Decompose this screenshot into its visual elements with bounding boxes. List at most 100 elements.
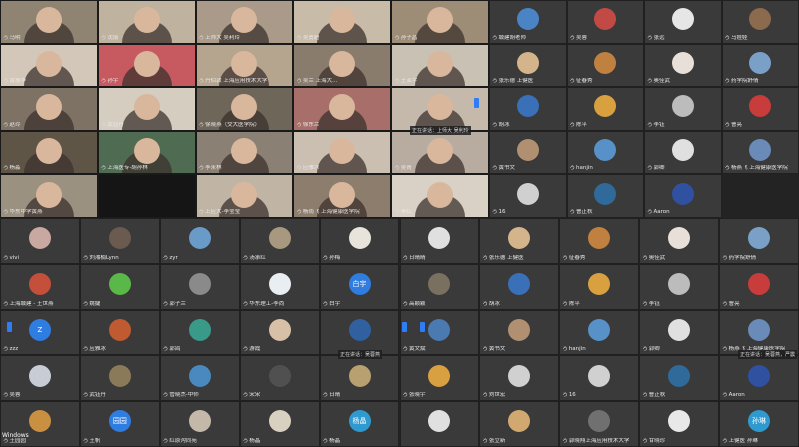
- participant-tile[interactable]: ろ马娃娃: [721, 0, 799, 44]
- video-tile[interactable]: ろ杨雨飞 上海健康医学院: [293, 174, 392, 218]
- participant-tile[interactable]: ろ征春秀: [566, 43, 644, 88]
- participant-tile[interactable]: 园园 ろ王帆: [79, 401, 160, 447]
- participant-tile[interactable]: ろ郭子兰: [159, 263, 240, 310]
- video-tile[interactable]: ろ赵玲: [0, 87, 98, 131]
- participant-tile[interactable]: ろ曹亮: [719, 263, 799, 310]
- video-tile[interactable]: ろ王亚宇: [391, 43, 489, 88]
- participant-tile[interactable]: ろ甘晓珍: [639, 401, 720, 447]
- participant-tile[interactable]: ろ曹正秋: [566, 174, 644, 218]
- video-tile[interactable]: ろ华东中学黄燕: [0, 174, 98, 218]
- video-tile[interactable]: ろ上师大 吴利玲: [195, 0, 294, 44]
- participant-tile[interactable]: ろ日晴: [319, 355, 400, 402]
- participant-tile[interactable]: 杨晶 ろ杨晶: [319, 401, 400, 447]
- participant-tile[interactable]: ろ李钰: [639, 263, 720, 310]
- participant-tile[interactable]: ろ杨燕飞 上海健康医学院: [721, 130, 799, 175]
- video-tile[interactable]: ろ吴青: [391, 130, 489, 175]
- video-tile[interactable]: ろ李永林: [195, 130, 294, 175]
- participant-tile[interactable]: 孙琳 ろ上健医 孙琳: [719, 401, 799, 447]
- participant-tile[interactable]: ろ吴蓉: [566, 0, 644, 44]
- participant-tile[interactable]: ろ奥佳武: [639, 218, 720, 264]
- participant-tile[interactable]: ろ曹亮: [721, 87, 799, 131]
- participant-tile[interactable]: ろ李钰: [644, 87, 722, 131]
- participant-tile[interactable]: ろ管晓杰-中师: [159, 355, 240, 402]
- video-tile[interactable]: ろ应雅冰: [293, 130, 392, 175]
- participant-tile[interactable]: ろ姚婕: [79, 263, 160, 310]
- video-tile[interactable]: ろ杨淼: [0, 130, 98, 175]
- pin-indicator[interactable]: [7, 322, 12, 332]
- participant-tile[interactable]: ろ张晓宇: [399, 355, 480, 402]
- video-tile[interactable]: ろ上海医专-胡孙林: [97, 130, 196, 175]
- participant-tile[interactable]: ろ红原沟同苑: [159, 401, 240, 447]
- participant-tile[interactable]: ろ汤承红: [239, 218, 320, 264]
- video-tile[interactable]: ろ武钰丹: [97, 87, 196, 131]
- participant-tile[interactable]: ろ郭卿: [644, 130, 722, 175]
- participant-tile[interactable]: ろ上海城建 - 王世燕: [0, 263, 80, 310]
- video-tile[interactable]: ろ丹伯敦 上海应用技术大学: [195, 43, 294, 88]
- participant-tile[interactable]: ろ城建胡老师: [489, 0, 567, 44]
- participant-tile[interactable]: ろ奥佳武: [644, 43, 722, 88]
- participant-tile[interactable]: ろ张乐德 上健医: [479, 218, 560, 264]
- participant-tile[interactable]: ろzyr: [159, 218, 240, 264]
- participant-tile[interactable]: ろhanjin: [559, 309, 640, 356]
- participant-tile[interactable]: ろ陈平: [566, 87, 644, 131]
- video-tile[interactable]: ろ马明: [0, 0, 98, 44]
- participant-tile[interactable]: ろ张远: [644, 0, 722, 44]
- participant-tile[interactable]: ろ黄书文: [489, 130, 567, 175]
- video-tile[interactable]: ろ李红: [391, 174, 489, 218]
- participant-tile[interactable]: ろ黄书文: [479, 309, 560, 356]
- participant-tile[interactable]: ろ高颖颖: [399, 263, 480, 310]
- participant-tile[interactable]: ろ陈平: [559, 263, 640, 310]
- participant-tile[interactable]: ろ16: [559, 355, 640, 402]
- participant-tile[interactable]: ろ张立新: [479, 401, 560, 447]
- video-tile[interactable]: ろ徐东兰: [293, 87, 392, 131]
- pin-indicator[interactable]: [420, 322, 425, 332]
- video-tile[interactable]: ろ孙宇: [97, 43, 196, 88]
- pin-indicator[interactable]: [402, 322, 407, 332]
- video-tile[interactable]: ろ孙子昌: [391, 0, 489, 44]
- participant-tile[interactable]: ろ王园园: [0, 401, 80, 447]
- participant-tile[interactable]: 白宇 ろ白宇: [319, 263, 400, 310]
- participant-tile[interactable]: ろ郭鸽: [159, 309, 240, 356]
- participant-tile[interactable]: ろ征春秀: [559, 218, 640, 264]
- participant-tile[interactable]: ろ刘湘楠Lynn: [79, 218, 160, 264]
- pin-indicator[interactable]: [474, 98, 479, 108]
- participant-tile[interactable]: ろ药学院舒倩: [721, 43, 799, 88]
- mic-icon: ろ: [562, 254, 568, 261]
- participant-tile[interactable]: ろ胡冰: [479, 263, 560, 310]
- participant-tile[interactable]: ろ黄文斌: [399, 309, 480, 356]
- video-tile[interactable]: ろ徐晓燕（交大医学院）: [195, 87, 294, 131]
- participant-tile[interactable]: ろ杨燕飞 上海健康医学院: [719, 309, 799, 356]
- participant-tile[interactable]: ろ郭卿: [639, 309, 720, 356]
- video-tile[interactable]: ろ吴勇超: [293, 0, 392, 44]
- participant-tile[interactable]: ろ胡冰: [489, 87, 567, 131]
- participant-tile[interactable]: [319, 309, 400, 356]
- participant-tile[interactable]: ろhanjin: [566, 130, 644, 175]
- video-tile[interactable]: ろ吴兰 上海大...: [293, 43, 392, 88]
- mic-icon: ろ: [296, 165, 302, 172]
- participant-tile[interactable]: ろAaron: [719, 355, 799, 402]
- video-tile[interactable]: [391, 87, 489, 131]
- participant-tile[interactable]: ろ武钰丹: [79, 355, 160, 402]
- participant-tile[interactable]: ろ张乐德 上健医: [489, 43, 567, 88]
- participant-tile[interactable]: ろ16: [489, 174, 567, 218]
- participant-tile[interactable]: ろ郭晓翔上海应用技术大学: [559, 401, 640, 447]
- video-tile[interactable]: ろ黄振华: [0, 43, 98, 88]
- participant-tile[interactable]: ろ刘世宏: [479, 355, 560, 402]
- participant-tile[interactable]: [399, 401, 480, 447]
- participant-tile[interactable]: ろ孙梅: [319, 218, 400, 264]
- participant-tile[interactable]: ろ日晴晴: [399, 218, 480, 264]
- participant-tile[interactable]: ろ游霞: [239, 309, 320, 356]
- video-tile[interactable]: [97, 174, 196, 218]
- participant-tile[interactable]: ろ杨晶: [239, 401, 320, 447]
- participant-tile[interactable]: ろ吴蓉: [0, 355, 80, 402]
- participant-tile[interactable]: ろAaron: [644, 174, 722, 218]
- video-tile[interactable]: ろ沈丽: [97, 0, 196, 44]
- participant-tile[interactable]: ろ宋宋: [239, 355, 320, 402]
- participant-tile[interactable]: ろ华东理工-李尚: [239, 263, 320, 310]
- participant-tile[interactable]: ろ曹正秋: [639, 355, 720, 402]
- video-tile[interactable]: ろ上应大-李莹莹: [195, 174, 294, 218]
- participant-tile[interactable]: Z ろzzz: [0, 309, 80, 356]
- participant-tile[interactable]: ろ应雅冰: [79, 309, 160, 356]
- participant-tile[interactable]: ろ药学院舒倩: [719, 218, 799, 264]
- participant-tile[interactable]: ろvivi: [0, 218, 80, 264]
